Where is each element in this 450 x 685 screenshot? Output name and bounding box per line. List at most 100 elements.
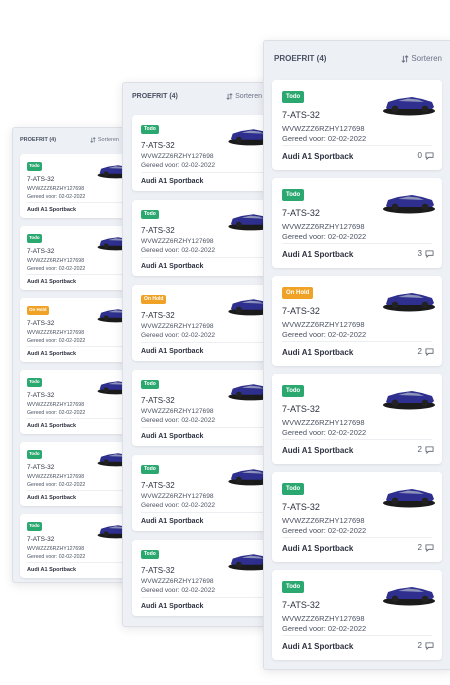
status-badge: On Hold (141, 295, 167, 304)
comment-count[interactable]: 2 (418, 641, 434, 650)
comment-count[interactable]: 0 (418, 151, 434, 160)
status-badge: Todo (27, 378, 42, 387)
divider (141, 512, 271, 513)
comment-count[interactable]: 2 (418, 543, 434, 552)
comment-icon (425, 641, 434, 650)
comment-count-value: 0 (417, 151, 422, 160)
status-badge: Todo (282, 385, 305, 397)
sort-icon (90, 137, 96, 143)
due-date: Gereed voor: 02-02-2022 (141, 332, 216, 339)
due-date: Gereed voor: 02-02-2022 (282, 428, 367, 437)
divider (27, 562, 126, 563)
vehicle-card[interactable]: Todo 7-ATS-32 WVWZZZ6RZHY127698 Gereed v… (132, 540, 271, 616)
sort-button[interactable]: Sorteren (226, 93, 262, 100)
status-badge: Todo (282, 581, 305, 593)
vehicle-card[interactable]: Todo 7-ATS-32 WVWZZZ6RZHY127698 Gereed v… (272, 80, 442, 170)
license-plate: 7-ATS-32 (27, 248, 55, 255)
vin: WVWZZZ6RZHY127698 (27, 258, 85, 264)
car-model: Audi A1 Sportback (282, 348, 354, 357)
due-date: Gereed voor: 02-02-2022 (141, 417, 216, 424)
license-plate: 7-ATS-32 (27, 464, 55, 471)
vehicle-card[interactable]: Todo 7-ATS-32 WVWZZZ6RZHY127698 Gereed v… (132, 115, 271, 191)
vehicle-card[interactable]: Todo 7-ATS-32 WVWZZZ6RZHY127698 Gereed v… (272, 570, 442, 660)
car-model: Audi A1 Sportback (282, 642, 354, 651)
car-model: Audi A1 Sportback (27, 207, 76, 213)
license-plate: 7-ATS-32 (282, 404, 320, 414)
vehicle-card[interactable]: Todo 7-ATS-32 WVWZZZ6RZHY127698 Gereed v… (20, 226, 126, 290)
sort-label: Sorteren (97, 137, 119, 143)
vehicle-card[interactable]: Todo 7-ATS-32 WVWZZZ6RZHY127698 Gereed v… (20, 154, 126, 218)
comment-icon (425, 445, 434, 454)
comment-count[interactable]: 2 (418, 347, 434, 356)
vehicle-card[interactable]: Todo 7-ATS-32 WVWZZZ6RZHY127698 Gereed v… (272, 374, 442, 464)
comment-icon (425, 543, 434, 552)
comment-count-value: 2 (417, 347, 422, 356)
divider (282, 439, 432, 440)
status-badge: Todo (141, 465, 159, 474)
vehicle-card[interactable]: Todo 7-ATS-32 WVWZZZ6RZHY127698 Gereed v… (20, 442, 126, 506)
status-badge: On Hold (27, 306, 49, 315)
vehicle-card[interactable]: Todo 7-ATS-32 WVWZZZ6RZHY127698 Gereed v… (272, 178, 442, 268)
kanban-column-back: PROEFRIT (4) Sorteren Todo 7-ATS-32 WVWZ… (12, 127, 127, 583)
car-model: Audi A1 Sportback (282, 446, 354, 455)
vehicle-card[interactable]: Todo 7-ATS-32 WVWZZZ6RZHY127698 Gereed v… (20, 514, 126, 578)
sort-button[interactable]: Sorteren (401, 54, 442, 63)
status-badge: Todo (27, 234, 42, 243)
car-icon (383, 195, 435, 214)
vin: WVWZZZ6RZHY127698 (282, 418, 365, 427)
license-plate: 7-ATS-32 (141, 396, 175, 405)
divider (282, 341, 432, 342)
license-plate: 7-ATS-32 (282, 306, 320, 316)
car-model: Audi A1 Sportback (141, 603, 204, 610)
vehicle-card[interactable]: Todo 7-ATS-32 WVWZZZ6RZHY127698 Gereed v… (272, 472, 442, 562)
comment-count-value: 2 (417, 641, 422, 650)
divider (282, 537, 432, 538)
vehicle-card[interactable]: Todo 7-ATS-32 WVWZZZ6RZHY127698 Gereed v… (132, 370, 271, 446)
divider (27, 202, 126, 203)
divider (141, 427, 271, 428)
status-badge: Todo (141, 550, 159, 559)
column-header: PROEFRIT (4) Sorteren (13, 128, 126, 152)
due-date: Gereed voor: 02-02-2022 (27, 410, 86, 416)
vehicle-card[interactable]: On Hold 7-ATS-32 WVWZZZ6RZHY127698 Geree… (132, 285, 271, 361)
car-icon (383, 587, 435, 606)
due-date: Gereed voor: 02-02-2022 (27, 554, 86, 560)
due-date: Gereed voor: 02-02-2022 (27, 482, 86, 488)
kanban-column-front: PROEFRIT (4) Sorteren Todo 7-ATS-32 WVWZ… (263, 40, 450, 670)
vehicle-card[interactable]: Todo 7-ATS-32 WVWZZZ6RZHY127698 Gereed v… (20, 370, 126, 434)
vehicle-card[interactable]: Todo 7-ATS-32 WVWZZZ6RZHY127698 Gereed v… (132, 455, 271, 531)
due-date: Gereed voor: 02-02-2022 (141, 247, 216, 254)
status-badge: Todo (141, 380, 159, 389)
comment-icon (425, 347, 434, 356)
kanban-column-middle: PROEFRIT (4) Sorteren Todo 7-ATS-32 WVWZ… (122, 82, 272, 627)
vin: WVWZZZ6RZHY127698 (282, 516, 365, 525)
license-plate: 7-ATS-32 (282, 208, 320, 218)
license-plate: 7-ATS-32 (141, 311, 175, 320)
vehicle-card[interactable]: On Hold 7-ATS-32 WVWZZZ6RZHY127698 Geree… (272, 276, 442, 366)
sort-button[interactable]: Sorteren (90, 137, 119, 143)
license-plate: 7-ATS-32 (27, 320, 55, 327)
comment-icon (425, 249, 434, 258)
license-plate: 7-ATS-32 (282, 110, 320, 120)
vehicle-card[interactable]: Todo 7-ATS-32 WVWZZZ6RZHY127698 Gereed v… (132, 200, 271, 276)
vehicle-card[interactable]: On Hold 7-ATS-32 WVWZZZ6RZHY127698 Geree… (20, 298, 126, 362)
vin: WVWZZZ6RZHY127698 (141, 408, 214, 415)
comment-count[interactable]: 2 (418, 445, 434, 454)
car-icon (383, 97, 435, 116)
license-plate: 7-ATS-32 (141, 481, 175, 490)
comment-icon (425, 151, 434, 160)
status-badge: Todo (27, 162, 42, 171)
sort-label: Sorteren (411, 54, 442, 63)
divider (282, 145, 432, 146)
vin: WVWZZZ6RZHY127698 (141, 323, 214, 330)
comment-count[interactable]: 3 (418, 249, 434, 258)
divider (27, 490, 126, 491)
status-badge: Todo (282, 189, 305, 201)
due-date: Gereed voor: 02-02-2022 (282, 330, 367, 339)
car-model: Audi A1 Sportback (282, 544, 354, 553)
car-model: Audi A1 Sportback (282, 152, 354, 161)
status-badge: Todo (27, 522, 42, 531)
due-date: Gereed voor: 02-02-2022 (27, 266, 86, 272)
car-model: Audi A1 Sportback (27, 567, 76, 573)
sort-icon (226, 93, 233, 100)
